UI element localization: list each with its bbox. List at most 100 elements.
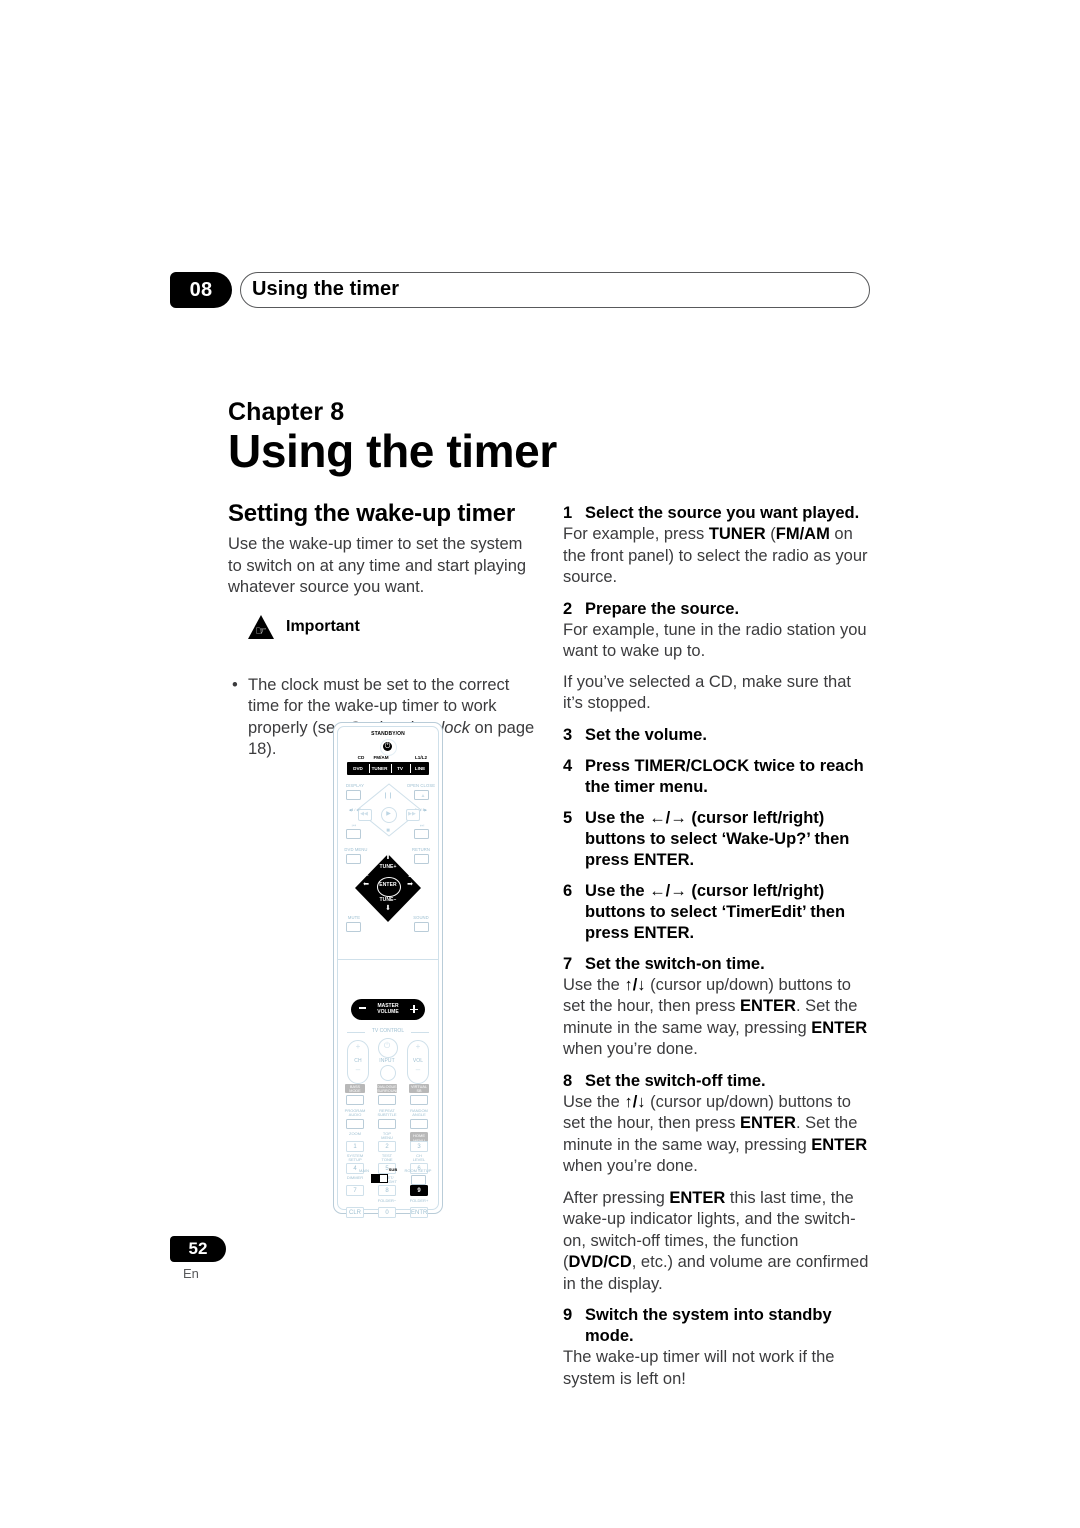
key-9[interactable]: 9 [410, 1185, 428, 1196]
key-label-2-0: SYSTEM SETUP [346, 1153, 364, 1163]
key-label-1-1: TOP MENU [381, 1131, 393, 1141]
step-body: For example, press TUNER (FM/AM on the f… [563, 524, 873, 589]
step-head: 3 Set the volume. [563, 725, 873, 746]
tune-down-label: TUNE− [379, 897, 397, 903]
display-button[interactable] [346, 790, 361, 800]
section-intro: Use the wake-up timer to set the system … [228, 535, 527, 596]
input-button[interactable] [380, 1065, 396, 1081]
step-body: Use the ↑/↓ (cursor up/down) buttons to … [563, 975, 873, 1061]
tune-up-label: TUNE+ [379, 864, 397, 870]
mode-bar-1[interactable]: DIALOGUE SURROUND [377, 1084, 399, 1093]
key-2[interactable]: 2 [378, 1141, 396, 1152]
source-top-label: L1/L2 [415, 755, 427, 760]
play-icon: ▶ [386, 811, 391, 817]
running-header: 08 Using the timer [170, 272, 870, 308]
step-body: For example, tune in the radio station y… [563, 620, 873, 663]
source-button-tv[interactable]: TV [391, 765, 409, 773]
right-column: 1 Select the source you want played. For e… [563, 503, 873, 1400]
chapter-label: Chapter 8 [228, 398, 345, 426]
key-label-1-0: ZOOM [349, 1131, 361, 1136]
ch-plus-icon: + [355, 1042, 361, 1051]
text-run: For example, tune in the radio station y… [563, 620, 867, 661]
previous-track-button[interactable] [346, 829, 361, 839]
key-0[interactable]: 0 [378, 1207, 396, 1218]
source-button-line[interactable]: LINE [410, 765, 430, 773]
vol-plus-icon: + [415, 1042, 421, 1051]
mode-button-0[interactable] [346, 1095, 364, 1105]
func-label-0: PROGRAM AUDIO [344, 1108, 366, 1118]
key-8[interactable]: 8 [378, 1185, 396, 1196]
text-run: Use the [563, 1092, 625, 1111]
step-head: 5 Use the ←/→ (cursor left/right) buttons… [563, 808, 873, 871]
room-setup-button[interactable] [411, 1175, 426, 1185]
next-track-button[interactable] [414, 829, 429, 839]
remote-section-divider [338, 959, 438, 960]
step-number: 3 [563, 725, 573, 744]
remote-control-illustration: STANDBY/ON ⏻ CD FM/AM L1/L2 DVD TUNER TV LINE … [333, 722, 443, 1218]
key-3[interactable]: 3 [410, 1141, 428, 1152]
display-label: DISPLAY [345, 783, 365, 788]
step-number: 2 [563, 599, 573, 618]
vol-label: VOL [412, 1058, 424, 1064]
step-body: Use the ↑/↓ (cursor up/down) buttons to … [563, 1092, 873, 1178]
key-clr[interactable]: CLR [346, 1207, 364, 1218]
mode-button-1[interactable] [378, 1095, 396, 1105]
input-label: INPUT [379, 1058, 395, 1064]
fast-forward-icon: ▶▶ [408, 811, 416, 817]
page-title: Using the timer [228, 425, 557, 477]
standby-label: STANDBY/ON [371, 731, 405, 737]
step: 7 Set the switch-on time. Use the ↑/↓ (cur… [563, 954, 873, 1061]
emphasis: FM/AM [775, 525, 830, 543]
step-number: 6 [563, 881, 573, 900]
emphasis: TUNER [708, 525, 766, 543]
step: 8 Set the switch-off time. Use the ↑/↓ (cu… [563, 1071, 873, 1178]
key-entr[interactable]: ENTR [410, 1207, 428, 1218]
tv-control-label: TV CONTROL [371, 1028, 405, 1034]
important-note-header: ☞ Important [228, 614, 538, 641]
step-head: 1 Select the source you want played. [563, 503, 873, 524]
key-1[interactable]: 1 [346, 1141, 364, 1152]
step-heading: Use the ←/→ (cursor left/right) buttons … [585, 881, 846, 942]
cursor-up-icon: ⬆ [385, 854, 391, 861]
step-heading: Set the switch-on time. [585, 954, 765, 973]
open-close-button[interactable]: ▲ [414, 790, 429, 800]
st-plus-label: ST+ [408, 873, 418, 879]
cursor-right-icon: ➡ [407, 881, 413, 888]
emphasis: ENTER [811, 1018, 868, 1037]
source-button-tuner[interactable]: TUNER [369, 765, 390, 773]
func-label-1: REPEAT SUBTITLE [377, 1108, 397, 1118]
emphasis: ↑/↓ [624, 1092, 646, 1111]
key-7[interactable]: 7 [346, 1185, 364, 1196]
ch-minus-icon: – [355, 1065, 361, 1074]
tv-power-icon: ⏻ [383, 1041, 391, 1050]
step-number: 1 [563, 504, 573, 522]
warning-hand-icon: ☞ [255, 622, 267, 638]
running-header-title: Using the timer [252, 278, 400, 300]
open-close-label: OPEN CLOSE [406, 783, 436, 788]
source-top-label: FM/AM [373, 755, 389, 760]
step-head: 7 Set the switch-on time. [563, 954, 873, 975]
step-head: 8 Set the switch-off time. [563, 1071, 873, 1092]
step-number: 4 [563, 756, 573, 775]
source-button-dvd[interactable]: DVD [348, 765, 368, 773]
func-button-0[interactable] [346, 1119, 364, 1129]
func-button-2[interactable] [410, 1119, 428, 1129]
mode-button-2[interactable] [410, 1095, 428, 1105]
mode-bar-2[interactable]: VIRTUAL SBADVANCED [409, 1084, 430, 1097]
manual-page: 08 Using the timer Chapter 8 Using the t… [0, 0, 1080, 1528]
step-heading: Press TIMER/CLOCK twice to reach the tim… [585, 756, 864, 796]
step-heading: Prepare the source. [585, 599, 740, 618]
rewind-icon: ◀◀ [360, 811, 368, 817]
func-button-1[interactable] [378, 1119, 396, 1129]
main-sub-switch-knob [380, 1175, 387, 1182]
step-number: 5 [563, 808, 573, 827]
step: 3 Set the volume. [563, 725, 873, 746]
text-run: For example, press [563, 525, 709, 543]
mute-button[interactable] [346, 922, 361, 932]
key-label-2-1: TEST TONE [381, 1153, 393, 1163]
tv-control-rule-right [411, 1032, 429, 1033]
mode-bar-0[interactable]: BASS MODEAUTO [345, 1084, 365, 1097]
sound-button[interactable] [414, 922, 429, 932]
power-icon: ⏻ [384, 743, 391, 750]
step: 6 Use the ←/→ (cursor left/right) buttons… [563, 881, 873, 944]
